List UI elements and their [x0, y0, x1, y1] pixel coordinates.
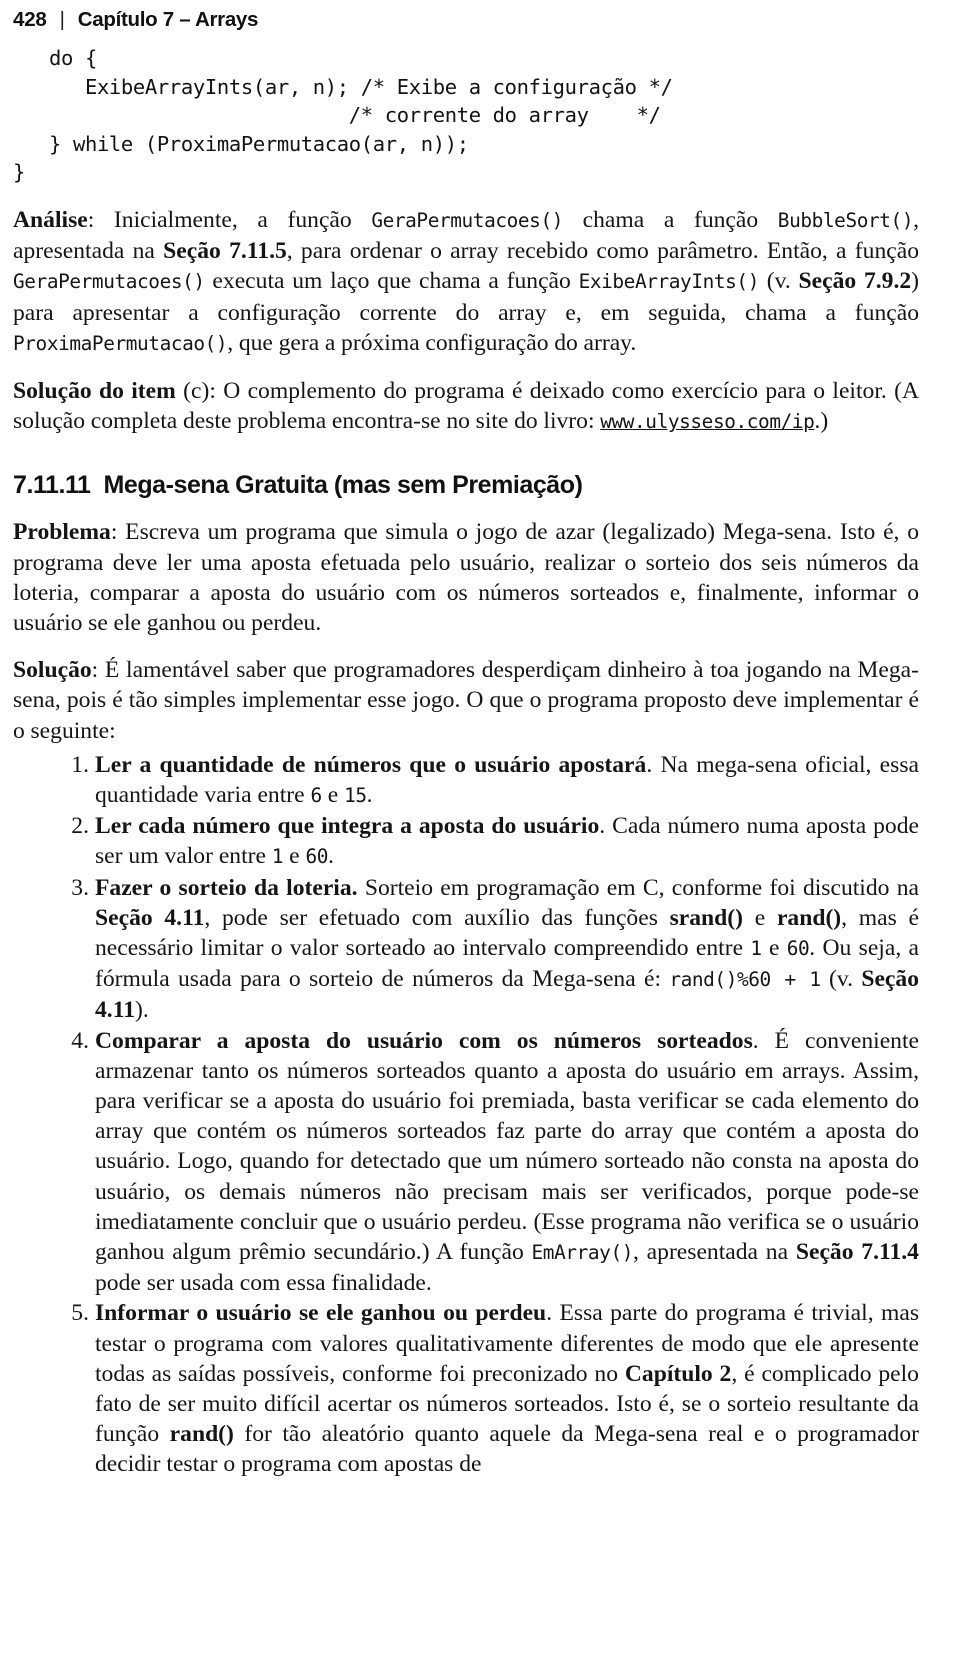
list-item: 5. Informar o usuário se ele ganhou ou p…	[13, 1298, 919, 1479]
function-name-emarray: EmArray()	[531, 1241, 634, 1265]
list-item: 2. Ler cada número que integra a aposta …	[13, 811, 919, 872]
formula-rand-expression: rand()%60 + 1	[669, 968, 821, 992]
step-3-t1: Sorteio em programação em C, conforme fo…	[357, 874, 919, 901]
analysis-text-d: , para ordenar o array recebido como par…	[286, 238, 919, 265]
list-item: 3. Fazer o sorteio da loteria. Sorteio e…	[13, 873, 919, 1026]
step-2-t3: .	[328, 843, 334, 870]
list-marker: 3.	[71, 874, 89, 901]
function-name-rand: rand()	[776, 904, 842, 931]
cross-reference-4-11: Seção 4.11	[95, 904, 205, 931]
steps-list: 1. Ler a quantidade de números que o usu…	[13, 750, 919, 1480]
cross-reference-7-11-4: Seção 7.11.4	[795, 1239, 919, 1266]
function-name-gerapermutacoes-2: GeraPermutacoes()	[13, 270, 205, 294]
code-line: } while (ProximaPermutacao(ar, n));	[13, 131, 469, 156]
solucao-text: : É lamentável saber que programadores d…	[13, 657, 919, 744]
page-number: 428	[13, 8, 47, 31]
step-2-text: Ler cada número que integra a aposta do …	[95, 811, 919, 872]
section-number: 7.11.11	[13, 471, 91, 500]
cross-reference-capitulo-2: Capítulo 2	[624, 1360, 732, 1387]
solucao-label: Solução	[13, 657, 92, 684]
step-3-t3: e	[743, 904, 777, 931]
step-3-t2: , pode ser efetuado com auxílio das funç…	[204, 904, 670, 931]
analysis-text-e: executa um laço que chama a função	[204, 268, 579, 295]
chapter-title: Capítulo 7 – Arrays	[77, 8, 259, 31]
list-marker: 4.	[71, 1027, 89, 1054]
analysis-label: Análise	[13, 206, 88, 233]
solution-c-text-b: .)	[814, 408, 829, 435]
list-item: 4. Comparar a aposta do usuário com os n…	[13, 1026, 919, 1299]
solution-c-label: Solução do item	[13, 377, 176, 404]
step-1-t3: .	[366, 782, 373, 809]
step-3-t5: e	[761, 935, 787, 962]
analysis-paragraph: Análise: Inicialmente, a função GeraPerm…	[13, 205, 919, 359]
function-name-proximapermutacao: ProximaPermutacao()	[13, 331, 228, 355]
list-marker: 1.	[71, 751, 89, 778]
code-line: do {	[13, 46, 97, 70]
code-listing: do { ExibeArrayInts(ar, n); /* Exibe a c…	[13, 44, 919, 187]
code-line: }	[13, 160, 25, 185]
function-name-bubblesort: BubbleSort()	[777, 208, 914, 232]
step-1-bold: Ler a quantidade de números que o usuári…	[95, 751, 647, 778]
section-heading: 7.11.11 Mega-sena Gratuita (mas sem Premi…	[13, 470, 919, 500]
step-3-t8: ).	[135, 997, 149, 1024]
step-2-bold: Ler cada número que integra a aposta do …	[95, 813, 600, 840]
function-name-srand: srand()	[669, 904, 744, 931]
value-60: 60	[305, 845, 329, 869]
value-60: 60	[786, 937, 810, 961]
step-4-t2: , apresentada na	[633, 1239, 796, 1266]
running-head: 428 | Capítulo 7 – Arrays	[13, 8, 920, 32]
running-head-separator: |	[59, 8, 65, 31]
value-6: 6	[310, 784, 323, 808]
code-line: /* corrente do array */	[13, 103, 661, 128]
problema-label: Problema	[13, 519, 111, 546]
analysis-text-a: : Inicialmente, a função	[87, 206, 372, 233]
analysis-text-h: , que gera a próxima configuração do arr…	[227, 329, 637, 356]
solution-c-item: (c)	[183, 377, 210, 404]
document-page: 428 | Capítulo 7 – Arrays do { ExibeArrayI…	[0, 0, 960, 1676]
step-3-text: Fazer o sorteio da loteria. Sorteio em p…	[95, 873, 919, 1026]
cross-reference-7-11-5: Seção 7.11.5	[163, 238, 287, 265]
list-marker: 2.	[71, 813, 89, 840]
step-3-bold: Fazer o sorteio da loteria.	[95, 874, 358, 901]
step-4-t1: . É conveniente armazenar tanto os númer…	[95, 1027, 919, 1266]
value-1: 1	[271, 845, 284, 869]
step-4-text: Comparar a aposta do usuário com os núme…	[95, 1026, 919, 1299]
cross-reference-7-9-2: Seção 7.9.2	[798, 268, 912, 295]
step-3-t7: (v.	[820, 966, 862, 993]
function-name-gerapermutacoes: GeraPermutacoes()	[371, 208, 563, 232]
page-content: do { ExibeArrayInts(ar, n); /* Exibe a c…	[13, 44, 919, 1480]
list-marker: 5.	[71, 1300, 89, 1327]
analysis-text-f: (v.	[758, 268, 799, 295]
book-site-link[interactable]: www.ulysseso.com/ip	[600, 410, 815, 433]
step-1-t2: e	[321, 782, 345, 809]
analysis-text-b: chama a função	[563, 206, 778, 233]
function-name-exibearrayints: ExibeArrayInts()	[578, 270, 760, 294]
problema-paragraph: Problema: Escreva um programa que simula…	[13, 517, 919, 638]
value-15: 15	[344, 784, 367, 808]
section-title: Mega-sena Gratuita (mas sem Premiação)	[103, 471, 583, 500]
list-item: 1. Ler a quantidade de números que o usu…	[13, 750, 919, 811]
solucao-paragraph: Solução: É lamentável saber que programa…	[13, 655, 919, 746]
value-1: 1	[750, 937, 762, 961]
problema-text: : Escreva um programa que simula o jogo …	[13, 519, 919, 636]
step-5-bold: Informar o usuário se ele ganhou ou perd…	[95, 1300, 547, 1327]
solution-c-paragraph: Solução do item (c): O complemento do pr…	[13, 376, 919, 437]
step-5-text: Informar o usuário se ele ganhou ou perd…	[95, 1298, 919, 1479]
step-1-text: Ler a quantidade de números que o usuári…	[95, 750, 919, 811]
function-name-rand-2: rand()	[169, 1421, 234, 1448]
step-4-bold: Comparar a aposta do usuário com os núme…	[95, 1027, 753, 1054]
code-line: ExibeArrayInts(ar, n); /* Exibe a config…	[13, 74, 673, 99]
step-4-t3: pode ser usada com essa finalidade.	[95, 1270, 432, 1297]
step-2-t2: e	[283, 843, 306, 870]
